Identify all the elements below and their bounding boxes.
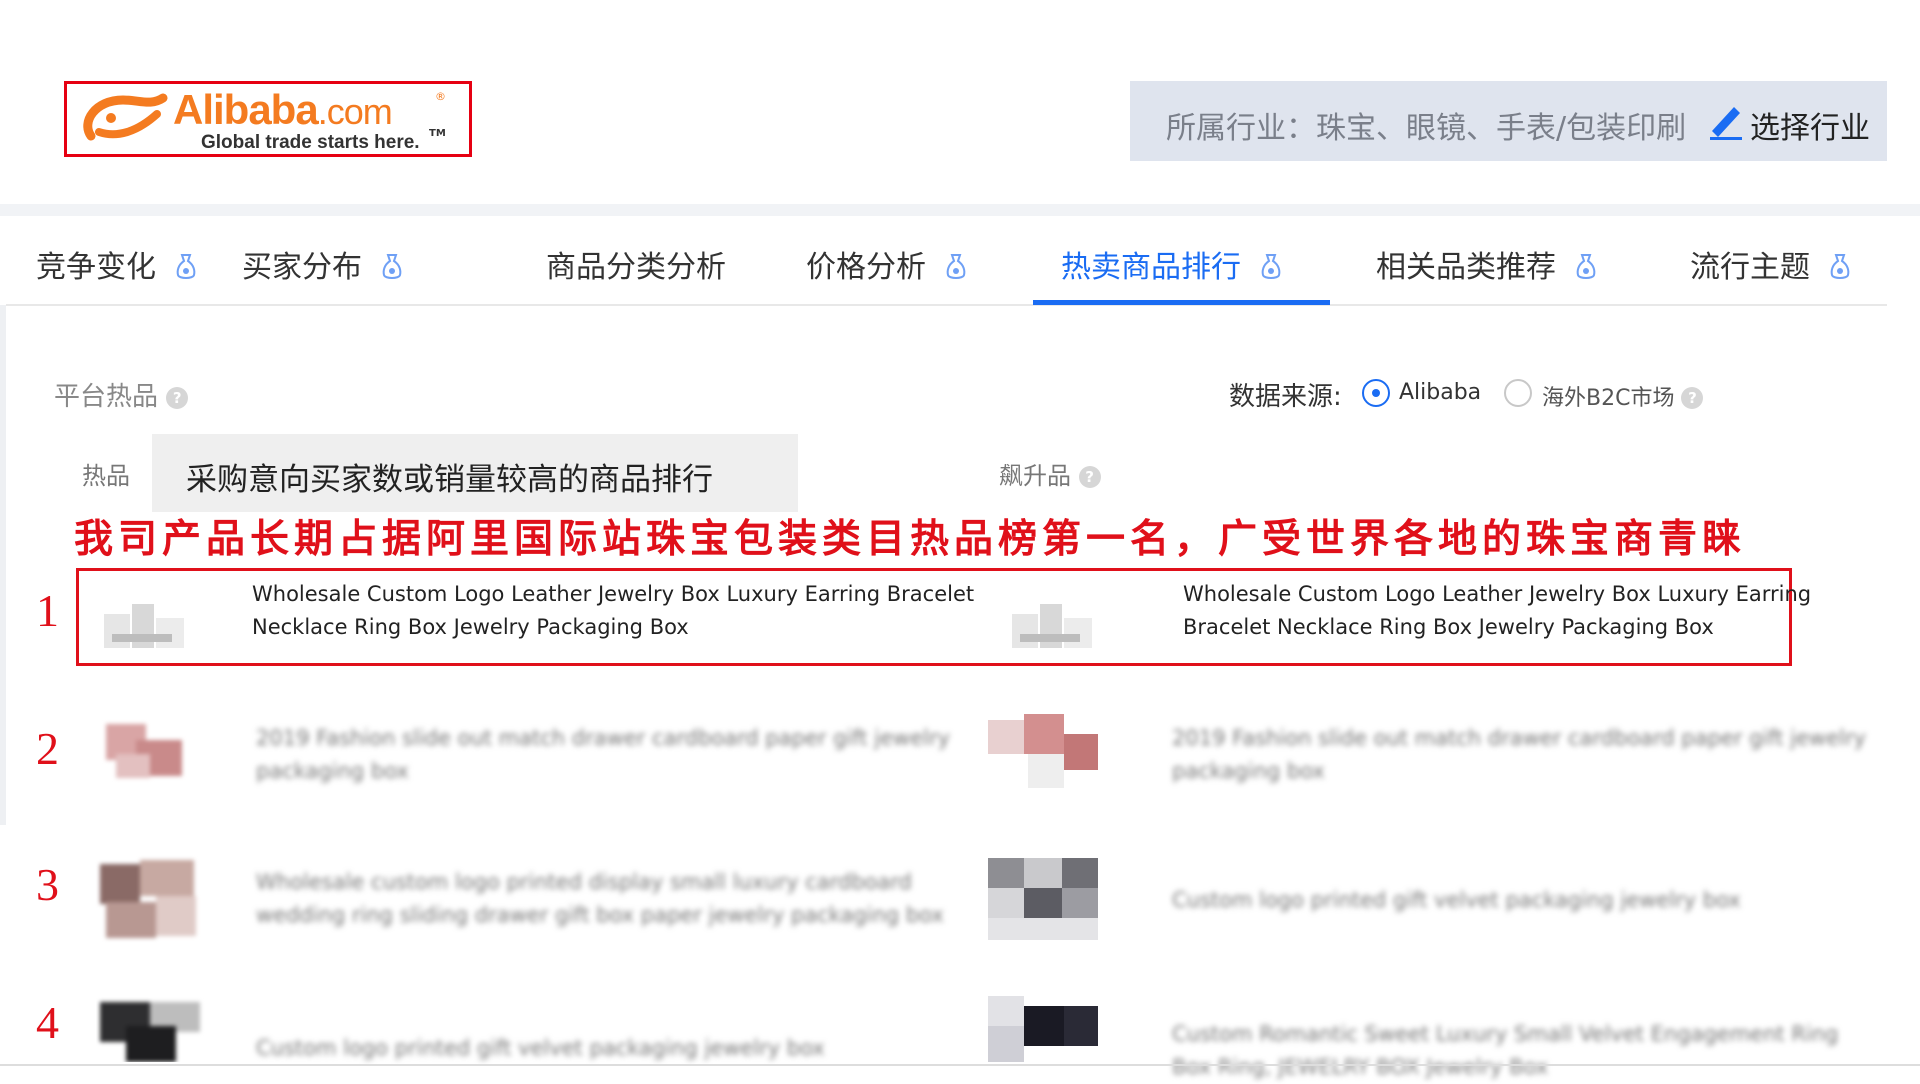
product-title-link[interactable]: Wholesale Custom Logo Leather Jewelry Bo… [1183, 578, 1811, 644]
title-line: Wholesale Custom Logo Leather Jewelry Bo… [252, 582, 975, 606]
logo-domain: .com [317, 91, 393, 132]
help-icon[interactable]: ? [1078, 466, 1101, 488]
money-bag-icon [1576, 254, 1596, 279]
tab-hot-products[interactable]: 热卖商品排行 [1061, 242, 1281, 286]
promo-caption: 我司产品长期占据阿里国际站珠宝包装类目热品榜第一名，广受世界各地的珠宝商青睐 [74, 516, 1747, 562]
source-b2c-radio[interactable] [1504, 379, 1532, 407]
source-alibaba-radio[interactable] [1362, 379, 1390, 407]
product-thumbnail[interactable] [988, 996, 1098, 1062]
title-line: Box Ring, JEWELRY BOX Jewelry Box [1172, 1055, 1549, 1079]
alibaba-logo[interactable]: Alibaba.com ® Global trade starts here. … [64, 81, 472, 157]
left-edge-bar [0, 305, 6, 825]
logo-brand: Alibaba [173, 86, 319, 133]
tab-related-categories[interactable]: 相关品类推荐 [1376, 242, 1596, 286]
logo-tagline: Global trade starts here. [201, 132, 420, 153]
title-line: Custom logo printed gift velvet packagin… [256, 1036, 825, 1060]
title-line: 2019 Fashion slide out match drawer card… [1172, 726, 1866, 750]
title-line: 2019 Fashion slide out match drawer card… [256, 726, 950, 750]
select-industry-button[interactable]: 选择行业 [1750, 103, 1870, 147]
product-thumbnail[interactable] [92, 574, 202, 664]
product-title-link[interactable]: Custom logo printed gift velvet packagin… [1172, 884, 1741, 917]
money-bag-icon [1261, 254, 1281, 279]
rank-number: 1 [36, 585, 59, 636]
product-thumbnail[interactable] [988, 710, 1098, 800]
tooltip-text: 采购意向买家数或销量较高的商品排行 [186, 462, 713, 498]
help-icon[interactable]: ? [1681, 387, 1704, 409]
product-thumbnail[interactable] [988, 854, 1098, 944]
product-title-link[interactable]: Wholesale custom logo printed display sm… [256, 866, 944, 932]
industry-label: 所属行业：珠宝、眼镜、手表/包装印刷 [1166, 111, 1687, 146]
tab-label: 买家分布 [242, 250, 362, 285]
industry-selector: 所属行业：珠宝、眼镜、手表/包装印刷 选择行业 [1130, 81, 1887, 161]
tab-label: 价格分析 [806, 250, 926, 285]
title-line: Wholesale custom logo printed display sm… [256, 870, 912, 894]
tab-label: 商品分类分析 [546, 250, 726, 285]
logo-trademark: TM [429, 128, 446, 139]
tab-category-analysis[interactable]: 商品分类分析 [546, 242, 726, 286]
title-line: Wholesale Custom Logo Leather Jewelry Bo… [1183, 582, 1812, 606]
rank-number: 3 [36, 859, 59, 910]
rising-products-column-label: 飙升品 ? [999, 456, 1101, 491]
product-title-link[interactable]: 2019 Fashion slide out match drawer card… [256, 722, 950, 788]
analysis-tabs: 竞争变化 买家分布 商品分类分析 价格分析 热卖商品排行 相关品类推荐 流行主题 [6, 216, 1887, 306]
source-alibaba-label[interactable]: Alibaba [1399, 380, 1481, 405]
edit-pen-icon[interactable] [1706, 101, 1746, 141]
title-line: wedding ring sliding drawer gift box pap… [256, 903, 944, 927]
product-title-link[interactable]: Custom logo printed gift velvet packagin… [256, 1032, 825, 1065]
product-thumbnail[interactable] [1000, 574, 1110, 664]
tab-label: 相关品类推荐 [1376, 250, 1556, 285]
tab-price-analysis[interactable]: 价格分析 [806, 242, 966, 286]
rising-label-text: 飙升品 [999, 462, 1071, 490]
help-tooltip: 采购意向买家数或销量较高的商品排行 [152, 434, 798, 512]
alibaba-smile-icon [83, 93, 168, 141]
hot-products-column-label: 热品 [82, 462, 130, 490]
tab-competition[interactable]: 竞争变化 [36, 242, 196, 286]
tab-buyer-distribution[interactable]: 买家分布 [242, 242, 402, 286]
title-line: packaging box [1172, 759, 1325, 783]
active-tab-indicator [1033, 300, 1330, 305]
product-title-link[interactable]: Wholesale Custom Logo Leather Jewelry Bo… [252, 578, 974, 644]
data-source-label: 数据来源: [1229, 382, 1342, 412]
divider-band [0, 204, 1920, 216]
product-thumbnail[interactable] [96, 996, 206, 1062]
money-bag-icon [1830, 254, 1850, 279]
tab-label: 竞争变化 [36, 250, 156, 285]
tab-label: 流行主题 [1690, 250, 1810, 285]
title-line: Bracelet Necklace Ring Box Jewelry Packa… [1183, 615, 1714, 639]
help-icon[interactable]: ? [166, 387, 189, 409]
tab-label: 热卖商品排行 [1061, 250, 1241, 285]
product-title-link[interactable]: 2019 Fashion slide out match drawer card… [1172, 722, 1866, 788]
title-line: Custom logo printed gift velvet packagin… [1172, 888, 1741, 912]
section-title: 平台热品 ? [54, 376, 189, 413]
money-bag-icon [176, 254, 196, 279]
money-bag-icon [382, 254, 402, 279]
source-b2c-text: 海外B2C市场 [1542, 386, 1675, 411]
tab-popular-themes[interactable]: 流行主题 [1690, 242, 1850, 286]
title-line: Custom Romantic Sweet Luxury Small Velve… [1172, 1022, 1839, 1046]
product-thumbnail[interactable] [96, 854, 206, 944]
rank-number: 4 [36, 997, 59, 1048]
money-bag-icon [946, 254, 966, 279]
rank-number: 2 [36, 723, 59, 774]
logo-registered-mark: ® [435, 90, 446, 103]
title-line: packaging box [256, 759, 409, 783]
product-thumbnail[interactable] [96, 710, 206, 800]
title-line: Necklace Ring Box Jewelry Packaging Box [252, 615, 689, 639]
source-b2c-label[interactable]: 海外B2C市场 ? [1542, 380, 1704, 412]
product-title-link[interactable]: Custom Romantic Sweet Luxury Small Velve… [1172, 1018, 1838, 1084]
section-title-text: 平台热品 [54, 382, 159, 412]
